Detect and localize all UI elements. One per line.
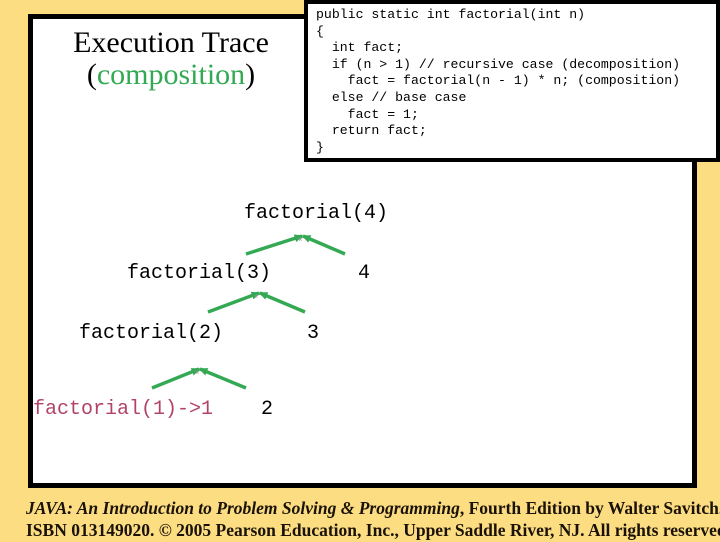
footer-line-2: ISBN 013149020. © 2005 Pearson Education… [26, 520, 720, 541]
title-paren-open: ( [86, 58, 97, 92]
footer-edition-author: , Fourth Edition by Walter Savitch. [459, 498, 720, 518]
title-subtitle: (composition) [33, 59, 309, 91]
title-keyword: composition [96, 58, 246, 92]
page-title: Execution Trace (composition) [33, 26, 309, 92]
footer-attribution: JAVA: An Introduction to Problem Solving… [0, 497, 720, 542]
footer-line-1: JAVA: An Introduction to Problem Solving… [26, 497, 720, 519]
title-primary: Execution Trace [73, 26, 269, 59]
code-snippet-box: public static int factorial(int n) { int… [304, 0, 720, 162]
java-code-listing: public static int factorial(int n) { int… [316, 7, 681, 155]
title-paren-close: ) [245, 58, 256, 92]
footer-book-title: JAVA: An Introduction to Problem Solving… [26, 498, 460, 518]
